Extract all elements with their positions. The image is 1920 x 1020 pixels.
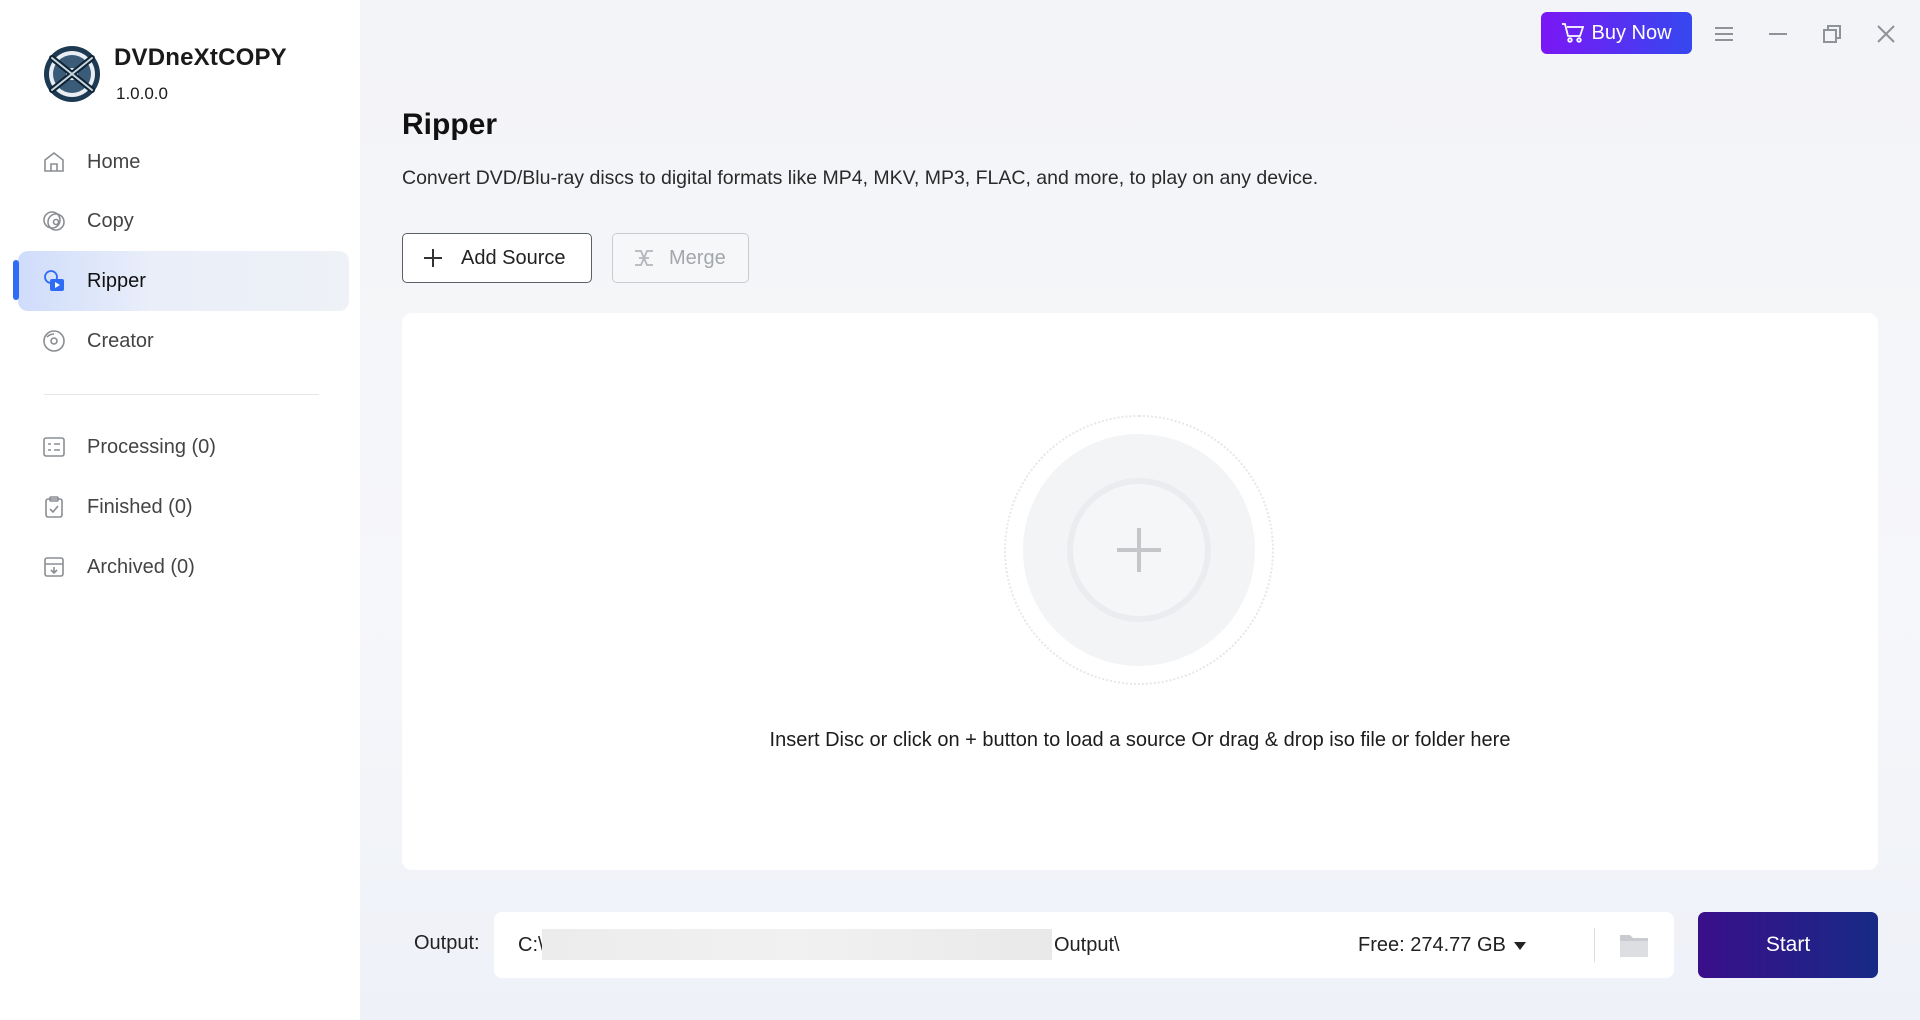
clipboard-check-icon <box>45 496 63 518</box>
sidebar-item-processing[interactable]: Processing (0) <box>18 417 349 477</box>
archive-box-icon <box>44 557 64 577</box>
output-path-field[interactable]: C:\ Output\ Free: 274.77 GB <box>494 912 1674 978</box>
app-name: DVDneXtCOPY <box>114 44 287 71</box>
output-path-drive: C:\ <box>518 934 544 956</box>
menu-icon[interactable] <box>1710 20 1738 48</box>
brand: DVDneXtCOPY 1.0.0.0 <box>42 42 342 112</box>
free-space-dropdown[interactable]: Free: 274.77 GB <box>1358 934 1526 957</box>
plus-icon <box>424 249 442 267</box>
source-drop-zone[interactable]: Insert Disc or click on + button to load… <box>402 313 1878 870</box>
cart-icon <box>1562 23 1585 43</box>
active-indicator <box>13 260 19 300</box>
sidebar-item-label: Processing (0) <box>87 435 216 458</box>
app-window: DVDneXtCOPY 1.0.0.0 Home Copy Ripper Cre… <box>0 0 1920 1020</box>
merge-icon <box>635 250 653 266</box>
caret-down-icon <box>1513 941 1526 950</box>
output-path-redacted <box>542 929 1052 960</box>
output-label: Output: <box>414 932 480 954</box>
sidebar-item-finished[interactable]: Finished (0) <box>18 477 349 537</box>
main-panel: Buy Now Ripper Convert DVD/Blu-ray discs… <box>360 0 1920 1020</box>
sidebar-item-label: Finished (0) <box>87 495 193 518</box>
output-path-folder: Output\ <box>1054 934 1120 956</box>
sidebar-item-label: Creator <box>87 329 154 352</box>
page-description: Convert DVD/Blu-ray discs to digital for… <box>402 167 1319 189</box>
sidebar-item-archived[interactable]: Archived (0) <box>18 537 349 597</box>
merge-label: Merge <box>669 246 726 269</box>
page-title: Ripper <box>402 108 498 141</box>
sidebar-divider <box>44 394 319 395</box>
sidebar: DVDneXtCOPY 1.0.0.0 Home Copy Ripper Cre… <box>0 0 360 1020</box>
sidebar-item-ripper[interactable]: Ripper <box>18 251 349 311</box>
buy-now-button[interactable]: Buy Now <box>1541 12 1692 54</box>
sidebar-item-creator[interactable]: Creator <box>18 311 349 371</box>
restore-icon[interactable] <box>1818 20 1846 48</box>
minimize-icon[interactable] <box>1764 20 1792 48</box>
sidebar-item-label: Copy <box>87 209 134 232</box>
start-button[interactable]: Start <box>1698 912 1878 978</box>
add-source-button[interactable]: Add Source <box>402 233 592 283</box>
sidebar-item-label: Archived (0) <box>87 555 195 578</box>
buy-now-label: Buy Now <box>1591 21 1672 44</box>
merge-button[interactable]: Merge <box>612 233 749 283</box>
sidebar-item-label: Home <box>87 150 141 173</box>
app-logo-icon <box>44 46 100 102</box>
add-source-plus-button[interactable] <box>1067 478 1211 622</box>
disc-create-icon <box>43 330 65 352</box>
close-icon[interactable] <box>1872 20 1900 48</box>
add-source-label: Add Source <box>461 246 566 269</box>
plus-icon <box>1117 528 1161 572</box>
sidebar-item-copy[interactable]: Copy <box>18 191 349 251</box>
sidebar-item-label: Ripper <box>87 269 146 292</box>
sidebar-item-home[interactable]: Home <box>18 132 349 192</box>
free-space-label: Free: 274.77 GB <box>1358 934 1506 956</box>
folder-icon[interactable] <box>1618 930 1650 960</box>
start-label: Start <box>1765 933 1811 956</box>
home-icon <box>44 151 64 172</box>
app-version: 1.0.0.0 <box>116 84 168 103</box>
drop-hint-text: Insert Disc or click on + button to load… <box>769 729 1511 751</box>
output-separator <box>1594 928 1595 962</box>
ripper-icon <box>44 270 64 291</box>
disc-copy-icon <box>43 211 65 231</box>
processing-list-icon <box>43 437 65 457</box>
